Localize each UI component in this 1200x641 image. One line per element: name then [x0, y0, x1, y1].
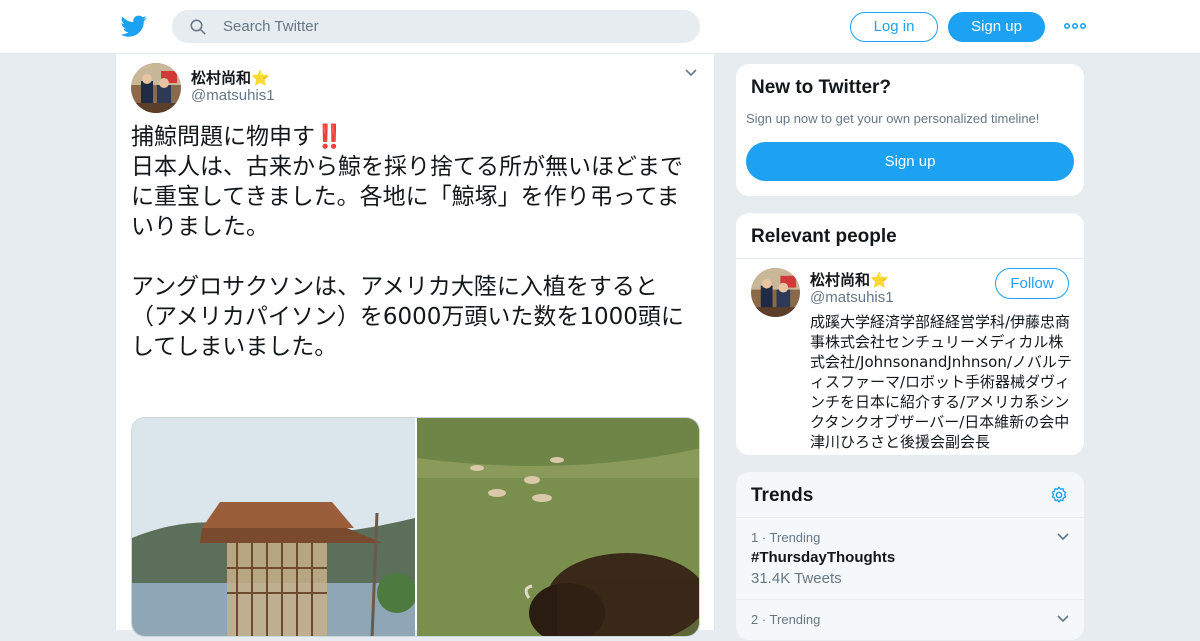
- divider: [736, 258, 1084, 259]
- relevant-person-bio: 成蹊大学経済学部経経営学科/伊藤忠商事株式会社センチュリーメディカル株式会社/J…: [810, 313, 1072, 451]
- trend-count: 31.4K Tweets: [751, 570, 842, 587]
- signup-button[interactable]: Sign up: [948, 12, 1045, 42]
- search-icon: [190, 19, 206, 35]
- trend-rank: 2 · Trending: [751, 612, 821, 627]
- gear-icon[interactable]: [1049, 485, 1069, 505]
- tweet-author-name[interactable]: 松村尚和⭐: [191, 67, 270, 88]
- twitter-bird-icon[interactable]: [120, 13, 148, 39]
- tweet-text: 捕鯨問題に物申す‼️ 日本人は、古来から鯨を採り捨てる所が無いほどまでに重宝して…: [131, 122, 701, 362]
- follow-button[interactable]: Follow: [995, 268, 1069, 299]
- media-image-bison[interactable]: [417, 418, 700, 637]
- new-to-twitter-card: New to Twitter? Sign up now to get your …: [735, 63, 1085, 197]
- trend-rank: 1 · Trending: [751, 530, 821, 545]
- tweet-text-title: 捕鯨問題に物申す: [131, 124, 315, 150]
- more-options-icon[interactable]: [1064, 18, 1086, 34]
- chevron-down-icon[interactable]: [684, 68, 698, 78]
- avatar[interactable]: [751, 268, 800, 317]
- new-to-twitter-subtitle: Sign up now to get your own personalized…: [746, 111, 1040, 126]
- trends-title: Trends: [751, 485, 814, 506]
- trend-name[interactable]: #ThursdayThoughts: [751, 549, 895, 566]
- new-to-twitter-title: New to Twitter?: [751, 77, 892, 98]
- double-exclamation-emoji: ‼️: [315, 124, 344, 150]
- search-input[interactable]: [223, 11, 683, 42]
- relevant-person-name[interactable]: 松村尚和⭐: [810, 269, 889, 290]
- divider: [736, 599, 1084, 600]
- search-bar[interactable]: [172, 10, 700, 43]
- sidebar-signup-button[interactable]: Sign up: [746, 142, 1074, 181]
- tweet-text-body: 日本人は、古来から鯨を採り捨てる所が無いほどまでに重宝してきました。各地に「鯨塚…: [131, 154, 684, 360]
- tweet-author-handle[interactable]: @matsuhis1: [191, 87, 275, 104]
- top-navigation-bar: Log in Sign up: [0, 0, 1200, 54]
- tweet-card: 松村尚和⭐ @matsuhis1 捕鯨問題に物申す‼️ 日本人は、古来から鯨を採…: [115, 54, 715, 637]
- tweet-media[interactable]: [131, 417, 700, 637]
- relevant-people-title: Relevant people: [751, 226, 897, 247]
- trends-card: Trends 1 · Trending #ThursdayThoughts 31…: [735, 471, 1085, 641]
- avatar[interactable]: [131, 63, 181, 113]
- divider: [736, 517, 1084, 518]
- chevron-down-icon[interactable]: [1056, 614, 1070, 624]
- login-button[interactable]: Log in: [850, 12, 938, 42]
- chevron-down-icon[interactable]: [1056, 532, 1070, 542]
- relevant-people-card: Relevant people 松村尚和⭐ @matsuhis1 Follow …: [735, 212, 1085, 456]
- relevant-person-handle[interactable]: @matsuhis1: [810, 289, 894, 306]
- media-image-whale-mound[interactable]: [132, 418, 415, 637]
